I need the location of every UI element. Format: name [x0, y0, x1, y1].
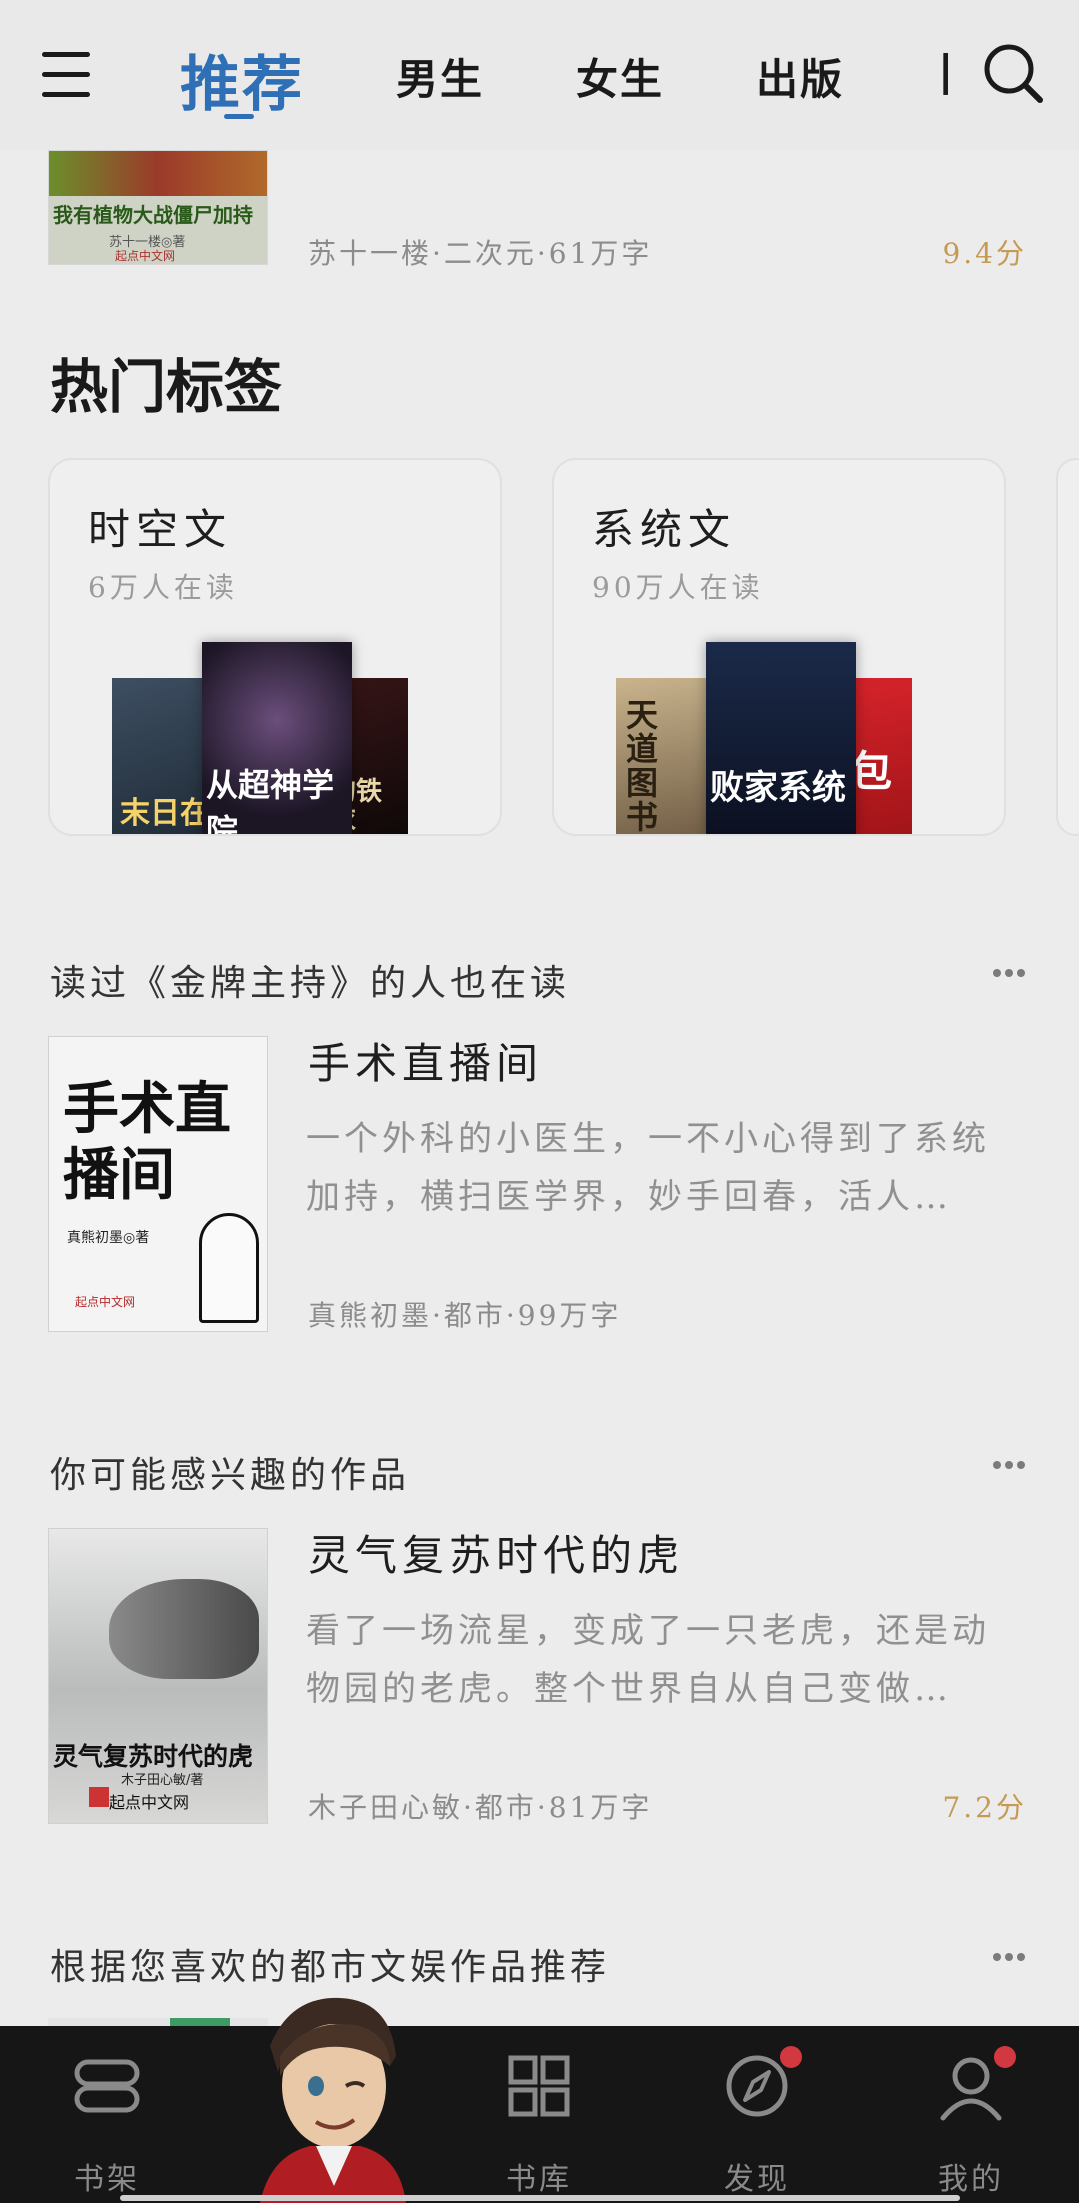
book-score: 7.2分 [942, 1791, 1027, 1824]
cover-author: 木子田心敏/著 [121, 1773, 204, 1788]
section-title-urban-recommend: 根据您喜欢的都市文娱作品推荐 [50, 1947, 611, 1988]
top-nav-bar: 推荐 男生 女生 出版 | [0, 0, 1079, 150]
nav-mascot[interactable] [250, 1997, 410, 2203]
mascot-avatar [260, 1997, 406, 2203]
more-options-icon[interactable] [993, 1454, 1033, 1469]
bottom-nav-bar: 书架 书库 发现 我的 [0, 1997, 1079, 2203]
tag-card-time-space[interactable]: 时空文 6万人在读 末日在 我的铁战衣 从超神学院 [48, 458, 502, 836]
book-meta: 木子田心敏·都市·81万字 [308, 1791, 653, 1824]
notification-badge [994, 2046, 1016, 2068]
cover-title: 灵气复苏时代的虎 [53, 1742, 254, 1771]
book-title[interactable]: 灵气复苏时代的虎 [308, 1522, 684, 1583]
book-meta: 苏十一楼·二次元·61万字 [308, 237, 653, 270]
cover-publisher: 起点中文网 [115, 249, 176, 263]
nav-library[interactable]: 书库 [464, 2026, 614, 2203]
cover-title: 我有植物大战僵尸加持 [53, 203, 253, 227]
book-meta: 真熊初墨·都市·99万字 [308, 1299, 622, 1332]
book-score: 9.4分 [942, 237, 1027, 270]
nav-profile[interactable]: 我的 [896, 2026, 1046, 2203]
tag-cover-2: 败家系统 [706, 642, 856, 834]
tab-recommend[interactable]: 推荐 [180, 36, 304, 123]
book-description: 看了一场流星，变成了一只老虎，还是动物园的老虎。整个世界自从自己变做… [306, 1611, 990, 1709]
tag-name: 时空文 [88, 505, 233, 554]
tab-male[interactable]: 男生 [396, 46, 484, 107]
cover-doctor-illustration [199, 1213, 259, 1323]
next-book-cover-peek [48, 2018, 268, 2026]
tab-female[interactable]: 女生 [576, 46, 664, 107]
cover-tiger-illustration [109, 1579, 259, 1679]
more-options-icon[interactable] [993, 962, 1033, 977]
tag-reader-count: 90万人在读 [592, 571, 764, 604]
book-cover[interactable]: 我有植物大战僵尸加持 苏十一楼◎著 起点中文网 [48, 150, 268, 265]
tag-reader-count: 6万人在读 [88, 571, 238, 604]
tag-name: 系统文 [592, 505, 737, 554]
section-title-also-reading: 读过《金牌主持》的人也在读 [50, 963, 571, 1004]
book-cover[interactable]: 灵气复苏时代的虎 木子田心敏/著 起点中文网 [48, 1528, 268, 1824]
cover-publisher: 起点中文网 [109, 1793, 190, 1812]
book-description: 一个外科的小医生，一不小心得到了系统加持，横扫医学界，妙手回春，活人… [306, 1119, 990, 1217]
search-icon[interactable] [982, 42, 1044, 104]
tab-publish[interactable]: 出版 [756, 46, 844, 107]
tag-cover-2: 从超神学院 [202, 642, 352, 834]
home-indicator[interactable] [120, 2195, 960, 2201]
section-title-hot-tags: 热门标签 [50, 353, 283, 421]
cover-title: 手术直播间 [63, 1077, 231, 1208]
tab-overflow-hint[interactable]: | [938, 46, 952, 100]
active-tab-indicator [224, 114, 254, 119]
notification-badge [780, 2046, 802, 2068]
library-grid-icon [508, 2055, 570, 2117]
nav-bookshelf[interactable]: 书架 [32, 2026, 182, 2203]
section-title-may-interest: 你可能感兴趣的作品 [50, 1455, 411, 1496]
more-options-icon[interactable] [993, 1946, 1033, 1961]
cover-publisher: 起点中文网 [75, 1295, 136, 1309]
tag-card-peek[interactable] [1056, 458, 1079, 836]
nav-discover[interactable]: 发现 [682, 2026, 832, 2203]
book-title[interactable]: 手术直播间 [308, 1030, 543, 1091]
tag-card-system[interactable]: 系统文 90万人在读 天道图书馆 红包群 败家系统 [552, 458, 1006, 836]
cover-seal [89, 1787, 109, 1807]
menu-icon[interactable] [42, 52, 90, 98]
bookshelf-icon [74, 2059, 140, 2113]
cover-author: 真熊初墨◎著 [67, 1230, 150, 1246]
book-cover[interactable]: 手术直播间 真熊初墨◎著 起点中文网 [48, 1036, 268, 1332]
